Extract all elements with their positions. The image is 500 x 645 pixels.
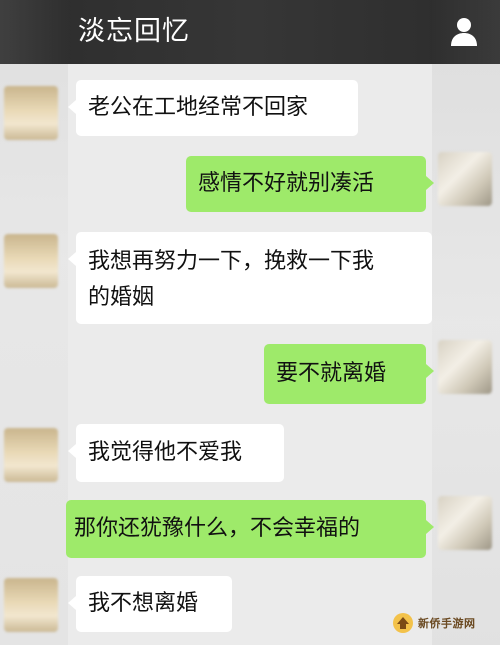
message-bubble[interactable]: 老公在工地经常不回家 — [68, 80, 358, 136]
message-text: 我不想离婚 — [88, 591, 199, 616]
message-text: 感情不好就别凑活 — [198, 171, 375, 196]
message-text-line-1: 我想再努力一下，挽救一下我 — [88, 249, 375, 274]
contact-avatar — [4, 578, 58, 632]
watermark-text: 新侨手游网 — [418, 617, 476, 630]
chat-title: 淡忘回忆 — [78, 16, 190, 47]
user-avatar — [438, 152, 492, 206]
message-text-line-2: 的婚姻 — [88, 285, 155, 310]
site-watermark: 新侨手游网 — [392, 609, 492, 637]
chat-area: 老公在工地经常不回家 感情不好就别凑活 我想再努力一下，挽救一下我 的婚姻 要不… — [0, 64, 500, 645]
header-left-ghost — [0, 0, 70, 64]
chat-header: 淡忘回忆 — [0, 0, 500, 64]
profile-button[interactable] — [446, 14, 482, 50]
contact-avatar — [4, 86, 58, 140]
person-icon — [451, 18, 477, 46]
message-bubble[interactable]: 那你还犹豫什么，不会幸福的 — [66, 500, 434, 558]
contact-avatar — [4, 234, 58, 288]
message-bubble[interactable]: 我不想离婚 — [68, 576, 232, 632]
message-bubble[interactable]: 我想再努力一下，挽救一下我 的婚姻 — [68, 232, 432, 324]
message-text: 我觉得他不爱我 — [88, 440, 243, 465]
message-bubble[interactable]: 感情不好就别凑活 — [186, 156, 434, 212]
watermark-logo-icon — [393, 613, 413, 633]
user-avatar — [438, 496, 492, 550]
user-avatar — [438, 340, 492, 394]
contact-avatar — [4, 428, 58, 482]
message-text: 要不就离婚 — [276, 361, 387, 386]
message-text: 老公在工地经常不回家 — [88, 95, 309, 120]
message-bubble[interactable]: 我觉得他不爱我 — [68, 424, 284, 482]
message-bubble[interactable]: 要不就离婚 — [264, 344, 434, 404]
message-text: 那你还犹豫什么，不会幸福的 — [74, 516, 361, 541]
